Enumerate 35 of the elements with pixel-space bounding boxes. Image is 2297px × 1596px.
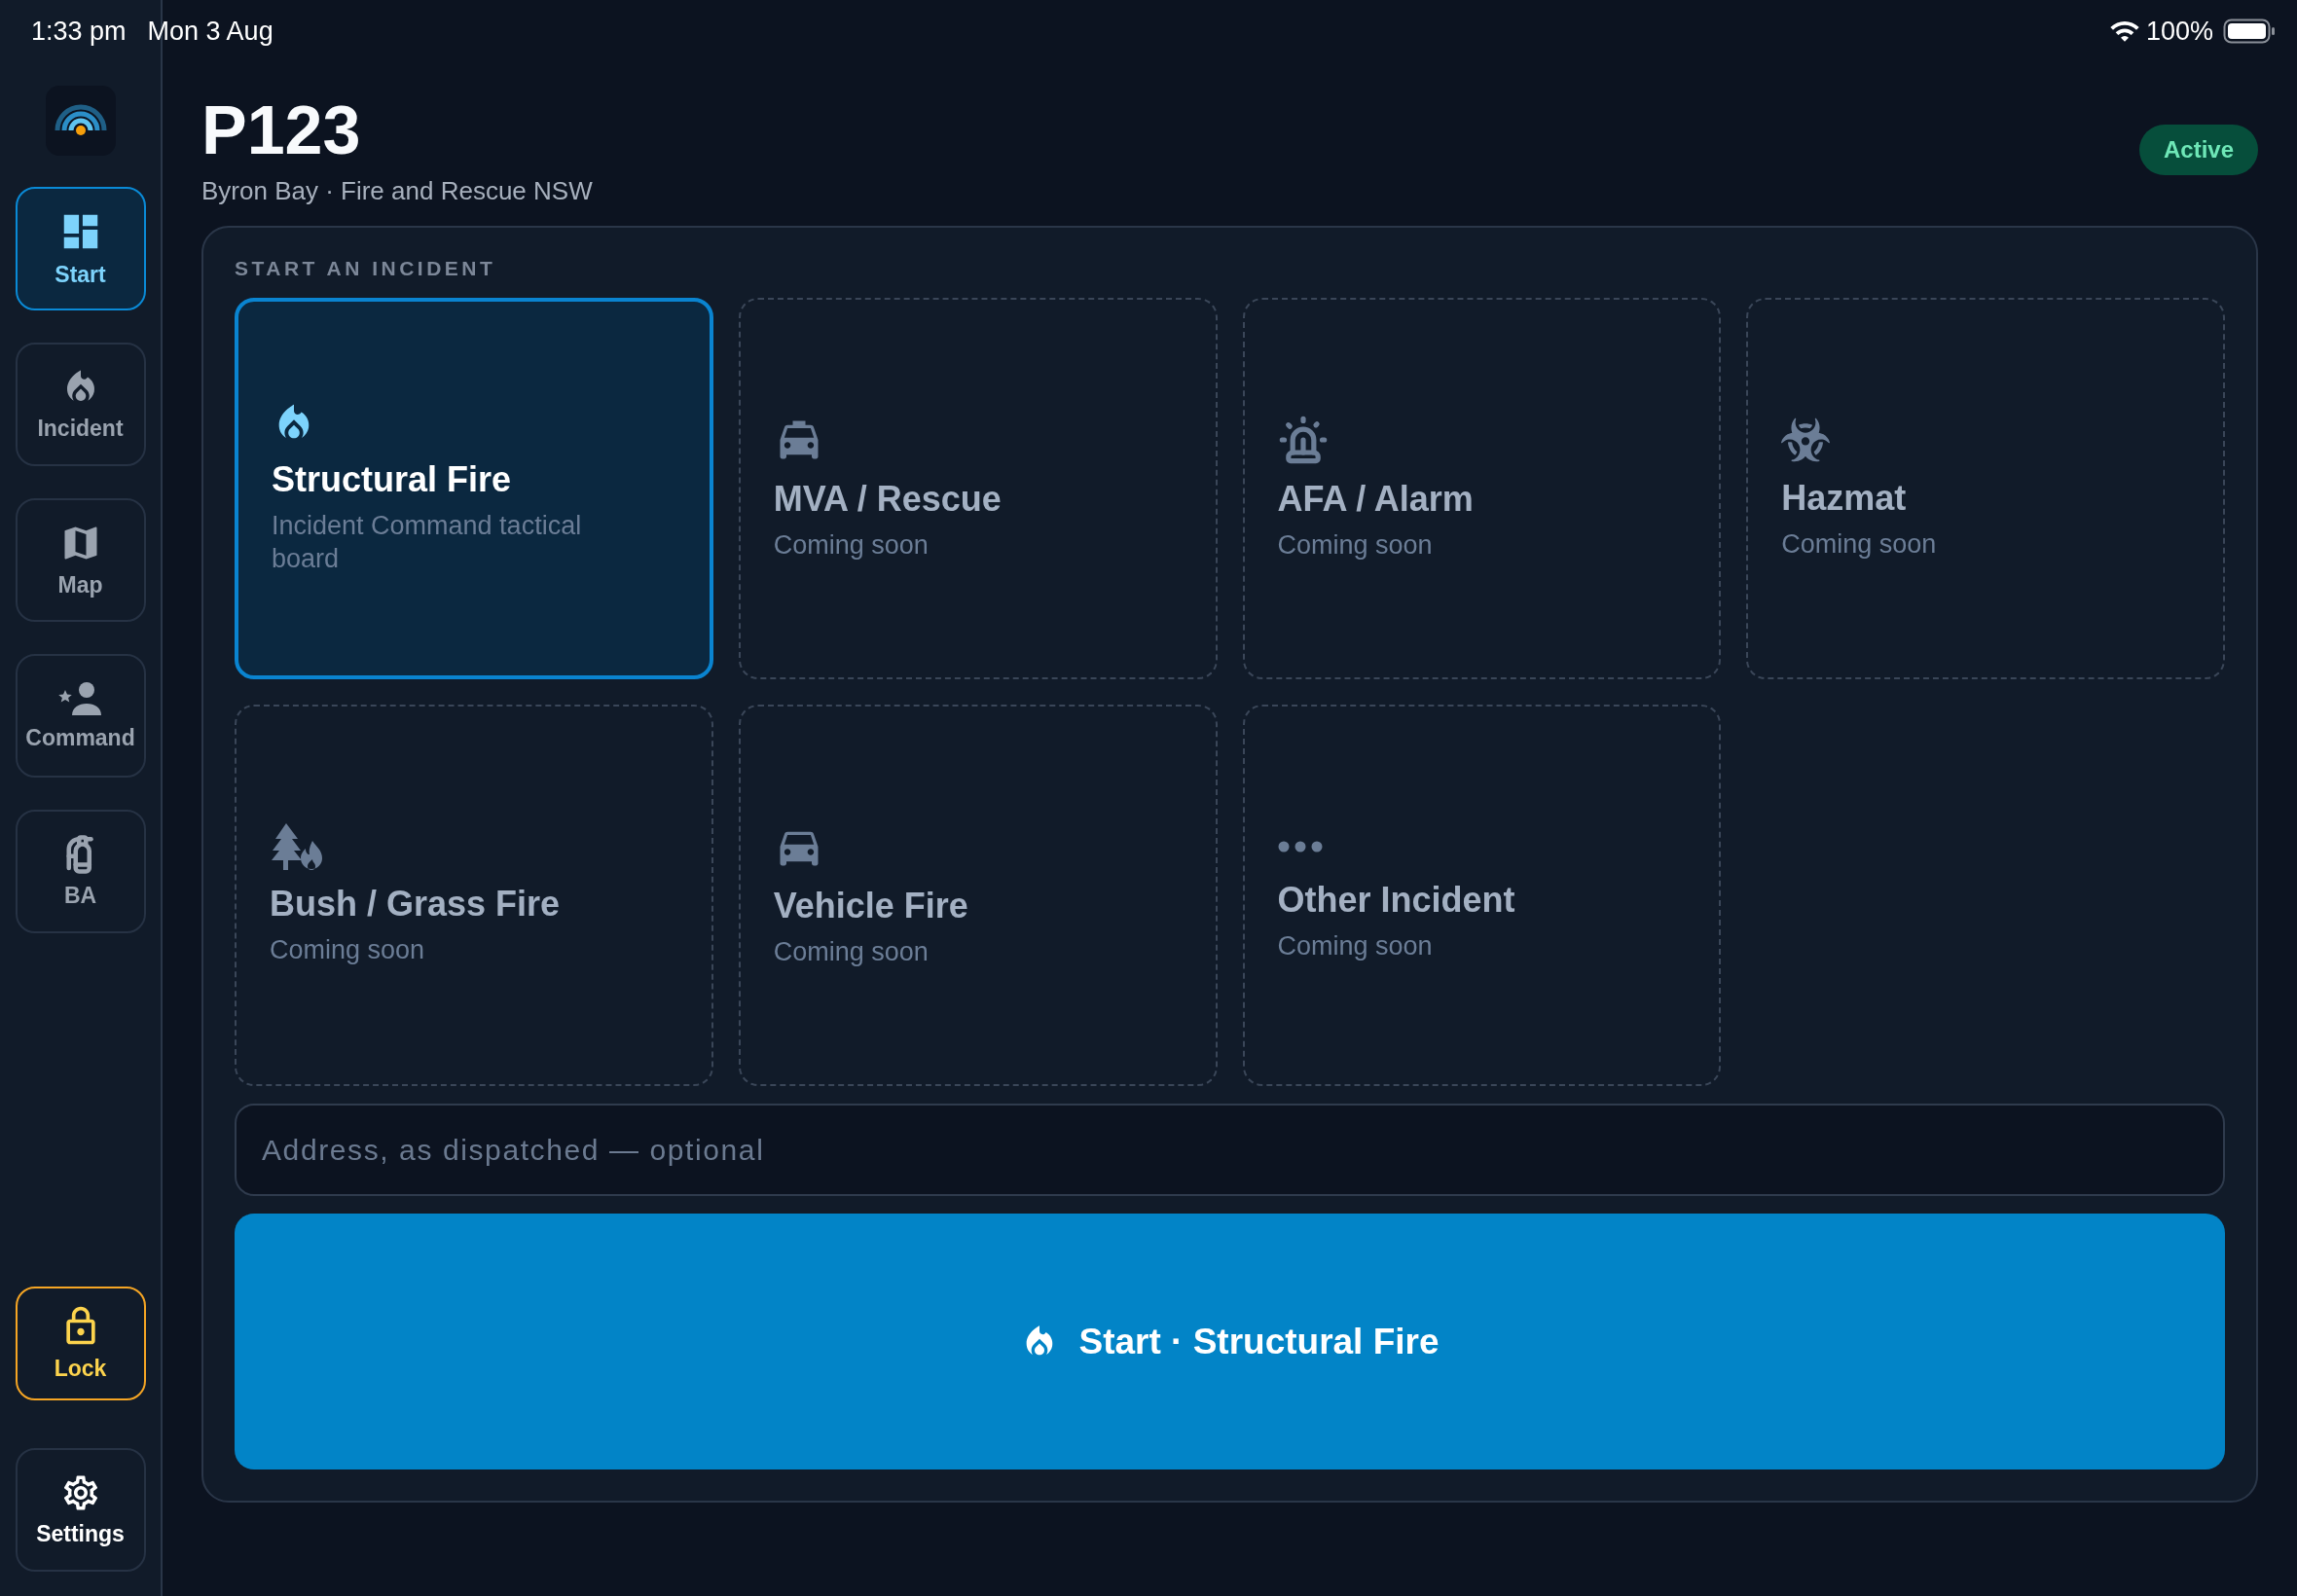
more-icon (1277, 841, 1323, 853)
incident-type-card[interactable]: Structural Fire Incident Command tactical board (235, 298, 713, 679)
sidebar-tab[interactable]: BA (15, 810, 146, 933)
card-title: Vehicle Fire (773, 886, 968, 927)
card-title: AFA / Alarm (1277, 479, 1474, 521)
settings-button[interactable]: Settings (15, 1448, 146, 1572)
sidebar-tab[interactable]: Command (15, 654, 146, 778)
address-field[interactable]: Address, as dispatched — optional (235, 1104, 2225, 1196)
card-title: Structural Fire (272, 459, 512, 501)
sidebar-tab[interactable]: Incident (15, 343, 146, 466)
start-button[interactable]: Start · Structural Fire (235, 1214, 2225, 1469)
card-title: Bush / Grass Fire (270, 884, 561, 925)
card-description: Coming soon (773, 529, 929, 562)
incident-title: P123 (201, 93, 362, 168)
card-description: Coming soon (1781, 528, 1937, 562)
card-title: MVA / Rescue (773, 479, 1002, 521)
card-description: Coming soon (1277, 529, 1433, 562)
person-star-icon (57, 680, 103, 717)
sidebar-tab[interactable]: Start (15, 187, 146, 310)
status-date: Mon 3 Aug (147, 16, 273, 47)
card-description: Coming soon (1277, 930, 1433, 963)
battery-percent: 100% (2145, 16, 2213, 47)
card-description: Incident Command tactical board (272, 510, 583, 575)
card-title: Hazmat (1781, 478, 1907, 520)
status-badge: Active (2138, 125, 2258, 175)
sidebar-tab[interactable]: Map (15, 498, 146, 622)
section-heading: START AN INCIDENT (235, 257, 497, 280)
siren-icon (1277, 415, 1329, 466)
lock-button[interactable]: Lock (15, 1287, 146, 1400)
card-title: Other Incident (1277, 880, 1515, 922)
incident-subtitle: Byron Bay · Fire and Rescue NSW (201, 176, 593, 206)
card-description: Coming soon (270, 934, 425, 967)
battery-icon (2223, 18, 2276, 44)
card-description: Coming soon (773, 936, 929, 969)
status-time: 1:33 pm (31, 16, 127, 47)
